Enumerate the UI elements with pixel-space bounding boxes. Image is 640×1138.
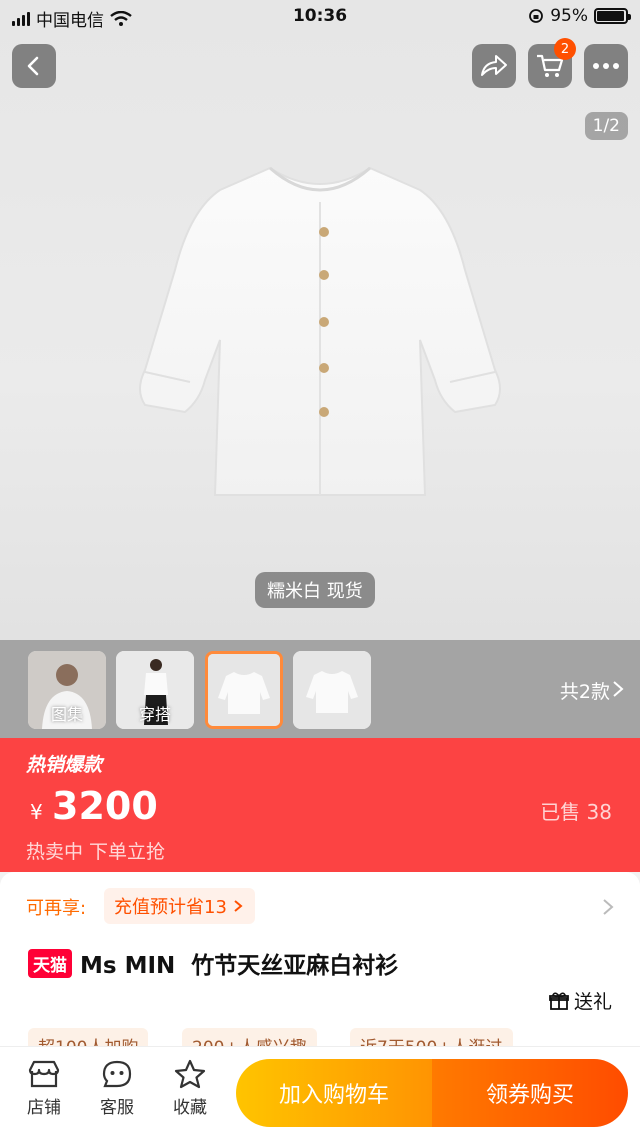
gift-button[interactable]: 送礼 <box>549 987 612 1014</box>
status-bar: 中国电信 10:36 95% <box>0 0 640 34</box>
product-title: Ms MIN 竹节天丝亚麻白衬衫 <box>80 953 399 979</box>
image-pager: 1/2 <box>584 112 628 140</box>
rotation-lock-icon <box>529 9 544 23</box>
share-icon <box>481 55 507 76</box>
thumbnail-strip: 图集 穿搭 共2款 <box>0 640 640 738</box>
thumb-variant-1[interactable] <box>205 651 283 729</box>
sold-count: 已售 38 <box>540 800 612 824</box>
benefit-prefix: 可再享: <box>26 898 87 919</box>
coupon-text: 充值预计省13 <box>114 897 227 918</box>
store-icon <box>28 1060 60 1088</box>
product-info-card: 可再享: 充值预计省13 天猫 Ms MIN 竹节天丝亚麻白衬衫 送礼 超100… <box>0 872 640 1062</box>
cart-count-badge: 2 <box>554 38 576 60</box>
store-button[interactable]: 店铺 <box>14 1059 74 1118</box>
thumb-variant-2[interactable] <box>293 651 371 729</box>
favorite-button[interactable]: 收藏 <box>160 1059 220 1118</box>
bottom-action-bar: 店铺 客服 收藏 加入购物车 领券购买 <box>0 1046 640 1138</box>
chevron-right-icon <box>613 681 624 697</box>
thumb-label: 穿搭 <box>138 705 171 724</box>
customer-service-button[interactable]: 客服 <box>87 1059 147 1118</box>
share-button[interactable] <box>472 44 516 88</box>
thumb-label: 图集 <box>50 705 83 724</box>
battery-icon <box>594 8 631 24</box>
buy-with-coupon-button[interactable]: 领券购买 <box>432 1059 628 1127</box>
price: 3200 <box>52 784 158 828</box>
chevron-right-icon <box>234 900 243 912</box>
cart-button[interactable]: 2 <box>528 38 576 88</box>
chat-face-icon <box>102 1060 132 1088</box>
service-label: 客服 <box>100 1098 134 1118</box>
tmall-badge: 天猫 <box>28 948 72 978</box>
gift-icon <box>549 992 569 1010</box>
chevron-right-icon[interactable] <box>602 898 614 916</box>
more-button[interactable] <box>584 44 628 88</box>
promo-subtitle: 热卖中 下单立抢 <box>26 841 166 863</box>
shirt-thumbnail <box>293 651 371 729</box>
thumb-gallery[interactable]: 图集 <box>28 651 106 729</box>
variant-label: 糯米白 现货 <box>255 572 375 608</box>
currency-symbol: ¥ <box>30 800 43 824</box>
price-banner: 热销爆款 ¥ 3200 已售 38 热卖中 下单立抢 <box>0 738 640 872</box>
store-label: 店铺 <box>27 1098 61 1118</box>
variant-count[interactable]: 共2款 <box>560 677 610 704</box>
star-icon <box>174 1059 206 1089</box>
chevron-left-icon <box>27 56 39 76</box>
more-icon <box>593 63 619 69</box>
product-image[interactable] <box>120 150 520 510</box>
product-hero[interactable]: 2 1/2 糯米白 现货 <box>0 0 640 640</box>
add-to-cart-button[interactable]: 加入购物车 <box>236 1059 432 1127</box>
shirt-thumbnail <box>208 654 280 726</box>
back-button[interactable] <box>12 44 56 88</box>
favorite-label: 收藏 <box>173 1098 207 1118</box>
promo-title: 热销爆款 <box>26 754 103 776</box>
thumb-outfit[interactable]: 穿搭 <box>116 651 194 729</box>
product-title-row: 天猫 Ms MIN 竹节天丝亚麻白衬衫 <box>28 946 398 980</box>
gift-label: 送礼 <box>573 991 612 1013</box>
recharge-coupon-chip[interactable]: 充值预计省13 <box>104 888 255 924</box>
battery-percent: 95% <box>550 6 588 26</box>
